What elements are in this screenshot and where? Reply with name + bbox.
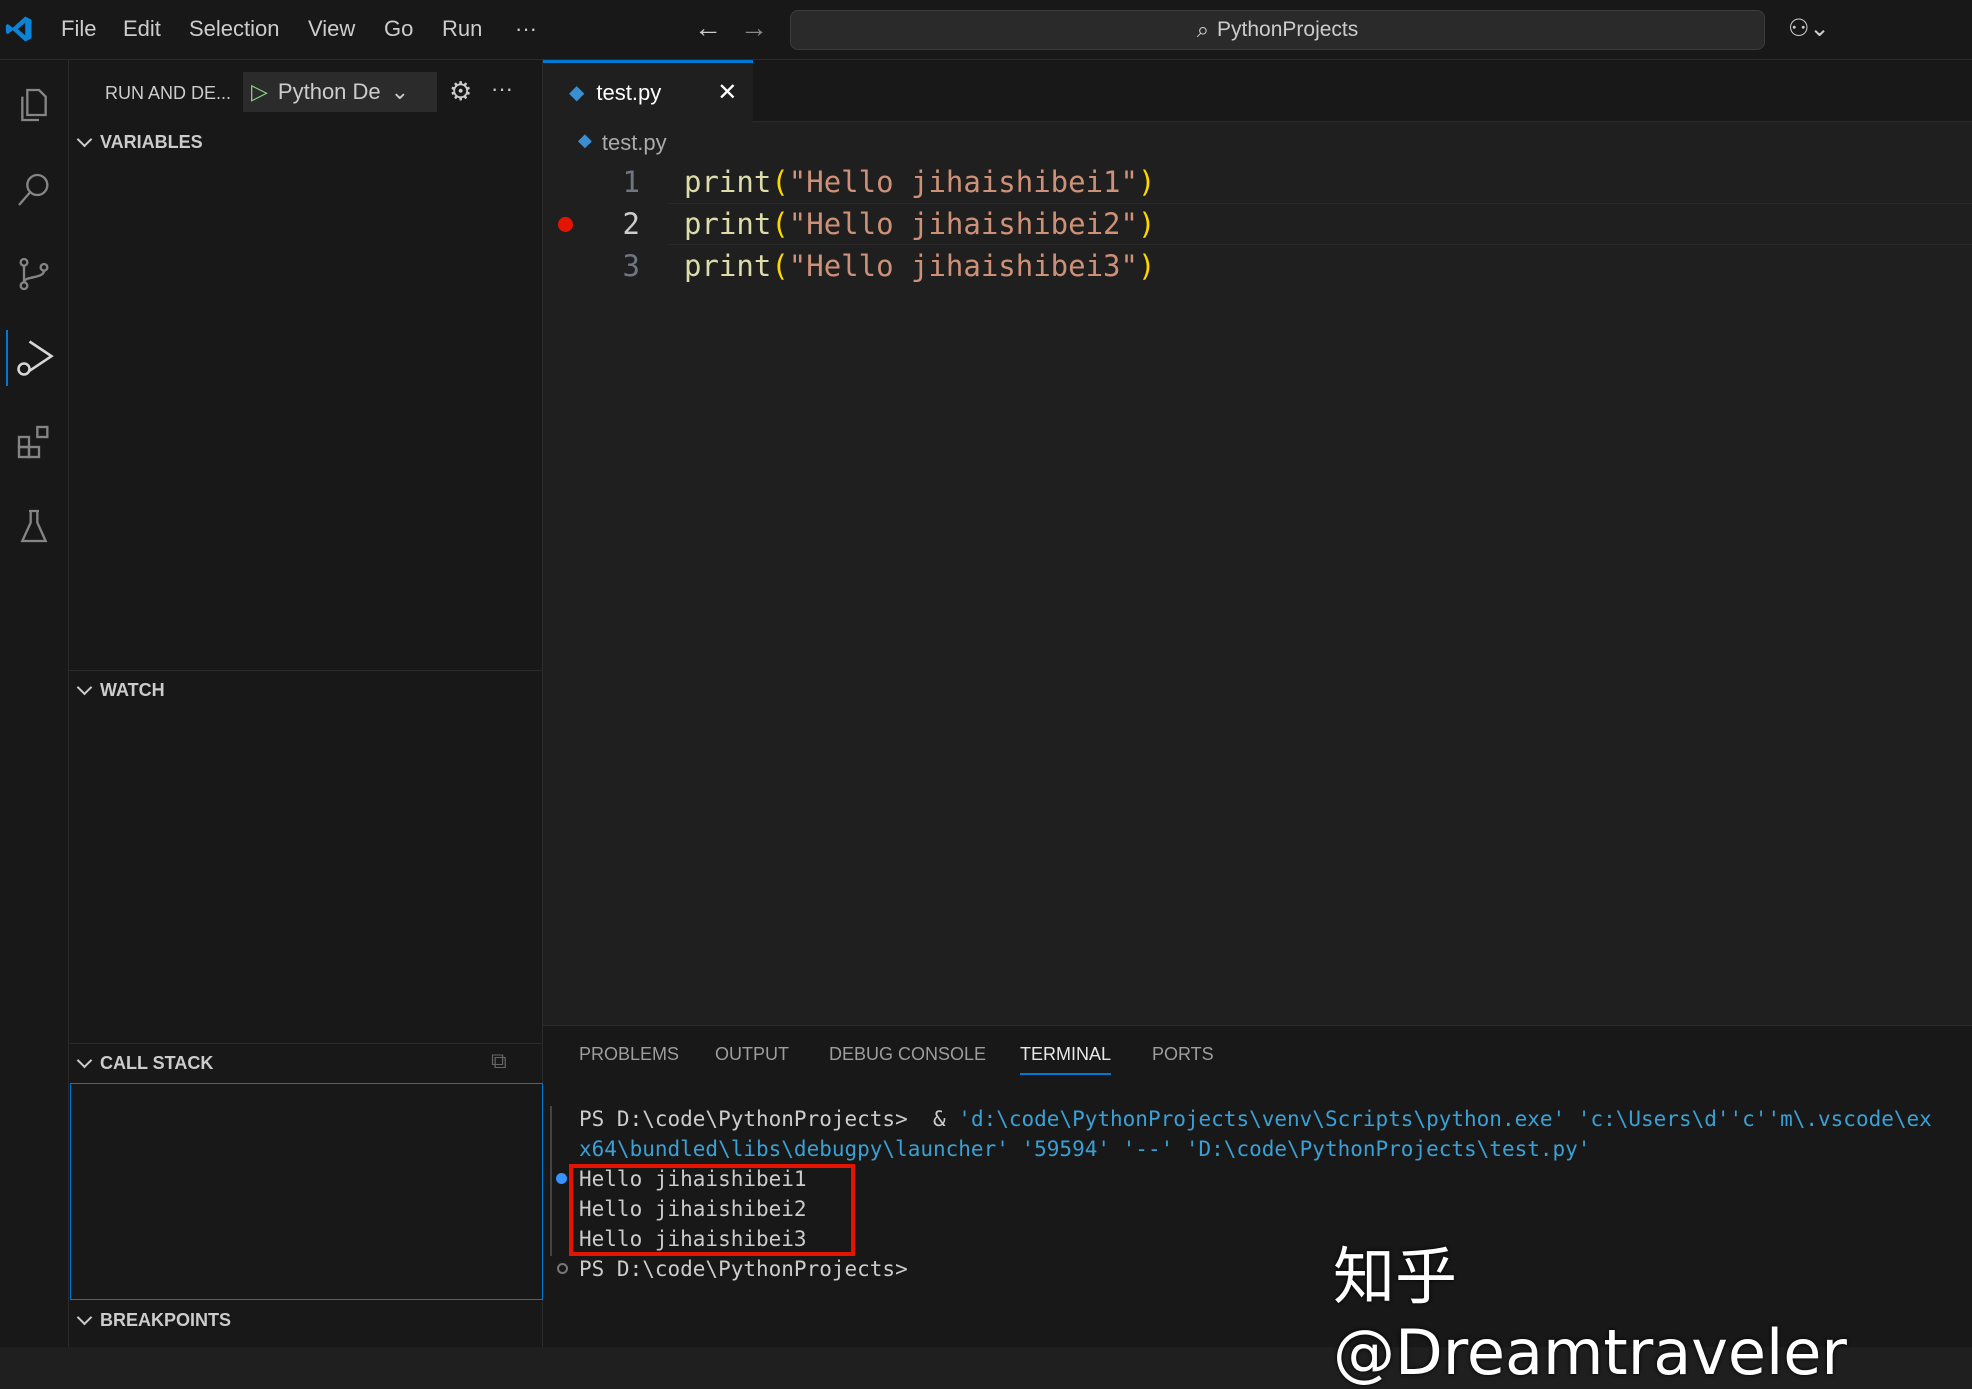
terminal-line[interactable]: PS D:\code\PythonProjects> & 'd:\code\Py…: [579, 1104, 1932, 1134]
code-fn: print: [684, 207, 771, 241]
terminal-line[interactable]: x64\bundled\libs\debugpy\launcher' '5959…: [579, 1134, 1590, 1164]
sidebar-title: RUN AND DE...: [105, 83, 231, 104]
divider: [69, 670, 543, 671]
start-debugging-icon[interactable]: ▷: [251, 79, 268, 105]
section-call-stack[interactable]: CALL STACK: [79, 1053, 213, 1074]
section-watch[interactable]: WATCH: [79, 680, 165, 701]
section-breakpoints[interactable]: BREAKPOINTS: [79, 1310, 231, 1331]
editor-tab-bar: ◆ test.py ✕: [543, 60, 1972, 122]
menu-go[interactable]: Go: [384, 16, 413, 42]
chevron-down-icon: ⌄: [391, 79, 409, 105]
collapse-all-icon[interactable]: ⧉: [491, 1048, 507, 1074]
menu-view[interactable]: View: [308, 16, 355, 42]
command-pending-icon: [557, 1263, 568, 1274]
menu-more[interactable]: ···: [515, 16, 537, 42]
tab-label: test.py: [596, 80, 661, 106]
code-string: "Hello jihaishibei2": [789, 207, 1138, 241]
chevron-down-icon: [77, 132, 93, 148]
run-debug-icon[interactable]: [6, 330, 62, 386]
code-string: "Hello jihaishibei1": [789, 165, 1138, 199]
command-center-search[interactable]: ⌕ PythonProjects: [790, 10, 1765, 50]
line-number: 1: [600, 161, 640, 203]
debug-config-select[interactable]: ▷ Python De ⌄: [243, 72, 437, 112]
code-fn: print: [684, 165, 771, 199]
divider: [69, 1043, 543, 1044]
more-actions-icon[interactable]: ···: [491, 76, 513, 102]
breadcrumb[interactable]: ◆ test.py: [578, 130, 667, 156]
search-label: PythonProjects: [1217, 18, 1358, 42]
tab-ports[interactable]: PORTS: [1152, 1044, 1214, 1065]
terminal-prompt[interactable]: PS D:\code\PythonProjects>: [579, 1254, 908, 1284]
code-line[interactable]: print("Hello jihaishibei1"): [684, 161, 1155, 203]
python-file-icon: ◆: [569, 80, 584, 105]
watermark: 知乎 @Dreamtraveler: [1333, 1226, 1972, 1389]
section-label: BREAKPOINTS: [100, 1310, 231, 1331]
code-string: "Hello jihaishibei3": [789, 249, 1138, 283]
menu-file[interactable]: File: [61, 16, 96, 42]
copilot-icon[interactable]: ⚇⌄: [1788, 14, 1830, 43]
tab-terminal[interactable]: TERMINAL: [1020, 1044, 1111, 1075]
source-control-icon[interactable]: [6, 246, 62, 302]
tab-test-py[interactable]: ◆ test.py ✕: [543, 60, 753, 122]
breadcrumb-file: test.py: [602, 130, 667, 156]
tab-debug-console[interactable]: DEBUG CONSOLE: [829, 1044, 986, 1065]
tab-problems[interactable]: PROBLEMS: [579, 1044, 679, 1065]
vscode-logo-icon: [4, 12, 34, 46]
menu-edit[interactable]: Edit: [123, 16, 161, 42]
title-bar: File Edit Selection View Go Run ··· ← → …: [0, 0, 1972, 60]
section-label: WATCH: [100, 680, 165, 701]
section-label: CALL STACK: [100, 1053, 213, 1074]
python-file-icon: ◆: [578, 130, 592, 156]
chevron-down-icon: [77, 680, 93, 696]
command-guide: [550, 1106, 552, 1256]
activity-bar: [0, 60, 69, 1347]
chevron-down-icon: [77, 1053, 93, 1069]
close-icon[interactable]: ✕: [717, 78, 737, 107]
prompt: PS D:\code\PythonProjects> &: [579, 1107, 958, 1131]
bottom-panel: PROBLEMS OUTPUT DEBUG CONSOLE TERMINAL P…: [543, 1025, 1972, 1347]
debug-config-label: Python De: [278, 79, 381, 105]
menu-selection[interactable]: Selection: [189, 16, 280, 42]
section-variables[interactable]: VARIABLES: [79, 132, 203, 153]
run-debug-sidebar: RUN AND DE... ▷ Python De ⌄ ⚙ ··· VARIAB…: [69, 60, 543, 1347]
command: 'd:\code\PythonProjects\venv\Scripts\pyt…: [958, 1107, 1932, 1131]
forward-icon[interactable]: →: [740, 12, 768, 44]
command-success-icon: [556, 1173, 567, 1184]
search-icon: ⌕: [1197, 17, 1209, 43]
code-fn: print: [684, 249, 771, 283]
menu-run[interactable]: Run: [442, 16, 482, 42]
highlight-box: [569, 1164, 855, 1256]
line-number: 3: [600, 245, 640, 287]
call-stack-list[interactable]: [70, 1083, 543, 1300]
code-line[interactable]: print("Hello jihaishibei3"): [684, 245, 1155, 287]
search-icon[interactable]: [6, 162, 62, 218]
back-icon[interactable]: ←: [694, 12, 722, 44]
extensions-icon[interactable]: [6, 414, 62, 470]
line-number: 2: [600, 203, 640, 245]
breakpoint-icon[interactable]: [558, 217, 573, 232]
testing-icon[interactable]: [6, 498, 62, 554]
code-line[interactable]: print("Hello jihaishibei2"): [684, 203, 1155, 245]
gear-icon[interactable]: ⚙: [449, 76, 472, 107]
chevron-down-icon: [77, 1310, 93, 1326]
explorer-icon[interactable]: [6, 77, 62, 133]
section-label: VARIABLES: [100, 132, 203, 153]
tab-output[interactable]: OUTPUT: [715, 1044, 789, 1065]
